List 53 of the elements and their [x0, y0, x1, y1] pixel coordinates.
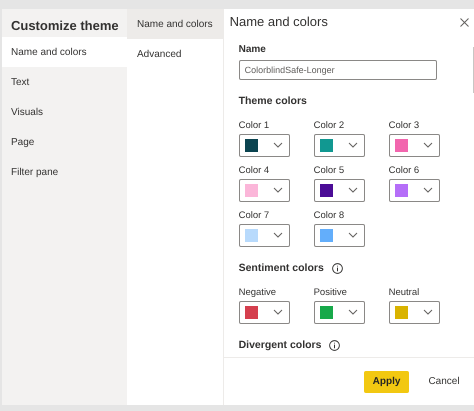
- color-picker[interactable]: [314, 178, 365, 202]
- color-label: Neutral: [388, 286, 420, 298]
- color-picker[interactable]: [388, 300, 440, 324]
- color-picker[interactable]: [238, 300, 290, 324]
- chevron-down-icon: [272, 187, 283, 194]
- scrollbar[interactable]: [472, 47, 474, 93]
- chevron-down-icon: [348, 142, 358, 148]
- sidebar-item[interactable]: Visuals: [2, 97, 127, 127]
- color-picker[interactable]: [238, 178, 290, 202]
- color-label: Color 7: [238, 208, 270, 222]
- color-label: Color 3: [388, 118, 420, 132]
- section-title: Divergent colors: [238, 338, 322, 352]
- chevron-down-icon: [272, 232, 283, 238]
- name-label: Name: [238, 43, 267, 57]
- color-picker[interactable]: [238, 224, 290, 247]
- chevron-down-icon: [272, 142, 283, 148]
- chevron-down-icon: [422, 309, 433, 315]
- color-label: Color 6: [388, 164, 420, 177]
- section-title: Sentiment colors: [238, 260, 324, 276]
- chevron-down-icon: [348, 232, 358, 238]
- color-label: Color 8: [314, 208, 346, 222]
- cancel-button[interactable]: Cancel: [424, 370, 464, 392]
- color-label: Color 1: [238, 118, 270, 132]
- close-icon[interactable]: [460, 18, 469, 26]
- color-label: Color 4: [238, 164, 270, 177]
- name-field[interactable]: ColorblindSafe-Longer: [238, 60, 437, 80]
- color-picker[interactable]: [314, 134, 365, 157]
- color-picker[interactable]: [238, 134, 290, 157]
- sidebar-item[interactable]: Name and colors: [2, 37, 127, 67]
- sidebar-item[interactable]: Filter pane: [2, 157, 127, 187]
- color-picker[interactable]: [388, 134, 440, 157]
- color-label: Negative: [238, 286, 278, 298]
- section-title: Theme colors: [238, 94, 307, 109]
- sidebar-item[interactable]: Text: [2, 67, 127, 97]
- info-icon: [329, 340, 340, 351]
- chevron-down-icon: [422, 187, 433, 194]
- color-label: Positive: [314, 286, 348, 298]
- chevron-down-icon: [422, 142, 433, 148]
- color-picker[interactable]: [314, 224, 365, 247]
- subnav-item[interactable]: Name and colors: [127, 9, 223, 39]
- panel-title: Name and colors: [230, 13, 328, 32]
- sidebar-title: Customize theme: [10, 17, 120, 35]
- subnav-item[interactable]: Advanced: [127, 39, 223, 69]
- chevron-down-icon: [348, 187, 358, 194]
- sidebar-item[interactable]: Page: [2, 127, 127, 157]
- info-icon: [332, 263, 343, 274]
- color-picker[interactable]: [388, 178, 440, 202]
- color-label: Color 2: [314, 118, 346, 132]
- chevron-down-icon: [272, 309, 283, 315]
- chevron-down-icon: [348, 309, 358, 315]
- color-label: Color 5: [314, 164, 346, 177]
- color-picker[interactable]: [314, 300, 365, 324]
- apply-button[interactable]: Apply: [364, 370, 410, 392]
